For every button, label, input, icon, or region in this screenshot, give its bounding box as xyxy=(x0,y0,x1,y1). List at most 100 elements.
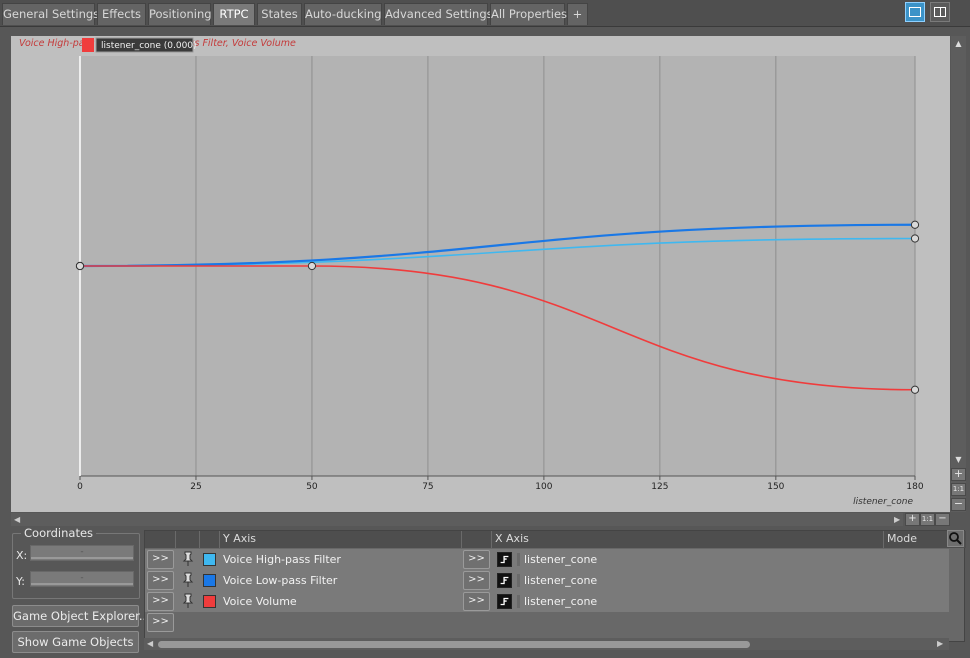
control-point[interactable] xyxy=(75,261,85,271)
game-object-explorer-button[interactable]: Game Object Explorer... xyxy=(12,605,150,627)
x-tick-label: 25 xyxy=(190,482,201,492)
x-axis-name: listener_cone xyxy=(524,595,598,608)
control-point[interactable] xyxy=(910,234,920,243)
expand-y-button[interactable]: >> xyxy=(147,550,174,569)
expand-y-button[interactable]: >> xyxy=(147,571,174,590)
x-coordinate-field[interactable]: - xyxy=(30,545,134,561)
rtpc-table: Y Axis X Axis Mode >> Voice High-pass Fi… xyxy=(144,530,966,642)
pin-icon[interactable] xyxy=(181,572,195,588)
vertical-scrollbar[interactable]: ▲ ▼ xyxy=(951,36,966,512)
y-coordinate-label: Y: xyxy=(16,575,25,588)
rtpc-row-volume[interactable]: >> Voice Volume >> listener_cone xyxy=(145,591,949,612)
scroll-down-icon[interactable]: ▼ xyxy=(953,454,964,465)
y-coordinate-slider[interactable] xyxy=(31,583,133,585)
search-button[interactable] xyxy=(947,530,964,547)
x-coordinate-value: - xyxy=(80,547,84,557)
control-point[interactable] xyxy=(910,385,920,394)
table-scroll-right-icon[interactable]: ▶ xyxy=(937,638,943,650)
step-curve-icon[interactable] xyxy=(497,552,512,567)
step-curve-icon[interactable] xyxy=(497,594,512,609)
rtpc-graph[interactable]: 0 25 50 75 100 125 150 180 Voice High-pass Filt… xyxy=(11,36,950,512)
x-axis-separator xyxy=(517,553,520,566)
x-tick-label: 0 xyxy=(77,482,83,492)
table-scroll-thumb[interactable] xyxy=(158,641,750,648)
control-point[interactable] xyxy=(307,261,317,271)
zoom-out-y-button[interactable]: − xyxy=(951,498,966,511)
color-swatch xyxy=(203,574,216,587)
tab-rtpc[interactable]: RTPC xyxy=(213,3,255,25)
show-game-objects-button[interactable]: Show Game Objects xyxy=(12,631,139,653)
x-tick-label: 100 xyxy=(535,482,552,492)
coordinates-title: Coordinates xyxy=(21,526,97,540)
tooltip-swatch xyxy=(82,38,94,52)
x-axis-separator xyxy=(517,574,520,587)
y-axis-name: Voice Low-pass Filter xyxy=(223,574,338,587)
rtpc-row-low-pass[interactable]: >> Voice Low-pass Filter >> listener_con… xyxy=(145,570,949,591)
expand-x-button[interactable]: >> xyxy=(463,550,490,569)
split-view-icon xyxy=(934,7,946,17)
mode-header[interactable]: Mode xyxy=(883,531,949,548)
y-coordinate-value: - xyxy=(80,573,84,583)
coordinates-group: Coordinates X: - Y: - xyxy=(12,526,140,599)
fit-x-button[interactable]: 1:1 xyxy=(920,513,935,526)
tab-add[interactable]: + xyxy=(567,3,588,25)
rtpc-row-new[interactable]: >> xyxy=(145,612,949,633)
expand-x-button[interactable]: >> xyxy=(463,592,490,611)
expand-x-button[interactable]: >> xyxy=(463,571,490,590)
expand-y-button[interactable]: >> xyxy=(147,592,174,611)
y-axis-header[interactable]: Y Axis xyxy=(219,531,461,548)
control-point[interactable] xyxy=(910,220,920,229)
table-scroll-left-icon[interactable]: ◀ xyxy=(147,638,153,650)
y-coordinate-field[interactable]: - xyxy=(30,571,134,587)
tab-bar: General Settings Effects Positioning RTP… xyxy=(0,0,970,27)
zoom-in-x-button[interactable]: + xyxy=(905,513,920,526)
x-tick-label: 50 xyxy=(306,482,318,492)
table-horizontal-scrollbar[interactable]: ◀ ▶ xyxy=(144,638,949,650)
tab-effects[interactable]: Effects xyxy=(97,3,146,25)
zoom-out-x-button[interactable]: − xyxy=(935,513,950,526)
single-view-button[interactable] xyxy=(905,2,925,22)
rtpc-table-header: Y Axis X Axis Mode xyxy=(145,531,966,548)
pin-icon[interactable] xyxy=(181,593,195,609)
x-axis-name: listener_cone xyxy=(853,497,913,507)
x-axis-separator xyxy=(517,595,520,608)
header-spacer-3 xyxy=(461,531,491,548)
color-swatch xyxy=(203,595,216,608)
x-tick-label: 75 xyxy=(422,482,433,492)
y-axis-name: Voice High-pass Filter xyxy=(223,553,341,566)
x-tick-label: 150 xyxy=(767,482,784,492)
tab-general-settings[interactable]: General Settings xyxy=(2,3,99,25)
fit-y-button[interactable]: 1:1 xyxy=(951,483,966,496)
x-tick-label: 180 xyxy=(906,482,923,492)
scroll-up-icon[interactable]: ▲ xyxy=(953,38,964,49)
scroll-right-icon[interactable]: ▶ xyxy=(894,513,900,526)
scroll-left-icon[interactable]: ◀ xyxy=(14,513,20,526)
x-coordinate-label: X: xyxy=(16,549,28,562)
header-spacer-2 xyxy=(199,531,205,548)
header-spacer-1 xyxy=(175,531,181,548)
x-axis-name: listener_cone xyxy=(524,553,598,566)
step-curve-icon[interactable] xyxy=(497,573,512,588)
rtpc-row-high-pass[interactable]: >> Voice High-pass Filter >> listener_co… xyxy=(145,549,949,570)
tooltip-label: listener_cone (0.000) xyxy=(101,41,197,51)
zoom-in-y-button[interactable]: + xyxy=(951,468,966,481)
tab-all-properties[interactable]: All Properties xyxy=(490,3,567,25)
x-tick-label: 125 xyxy=(651,482,668,492)
search-icon xyxy=(949,532,962,545)
tab-states[interactable]: States xyxy=(257,3,302,25)
x-coordinate-slider[interactable] xyxy=(31,557,133,559)
single-view-icon xyxy=(909,7,921,17)
x-axis-name: listener_cone xyxy=(524,574,598,587)
tab-advanced-settings[interactable]: Advanced Settings xyxy=(384,3,493,25)
color-swatch xyxy=(203,553,216,566)
split-view-button[interactable] xyxy=(930,2,950,22)
x-axis-header[interactable]: X Axis xyxy=(491,531,883,548)
tab-auto-ducking[interactable]: Auto-ducking xyxy=(304,3,382,25)
add-rtpc-button[interactable]: >> xyxy=(147,613,174,632)
tab-positioning[interactable]: Positioning xyxy=(148,3,212,25)
horizontal-scrollbar[interactable]: ◀ ▶ xyxy=(11,513,903,526)
rtpc-graph-svg[interactable]: 0 25 50 75 100 125 150 180 Voice High-pass Filt… xyxy=(11,36,950,512)
y-axis-name: Voice Volume xyxy=(223,595,297,608)
x-tick-labels: 0 25 50 75 100 125 150 180 xyxy=(77,476,924,492)
pin-icon[interactable] xyxy=(181,551,195,567)
